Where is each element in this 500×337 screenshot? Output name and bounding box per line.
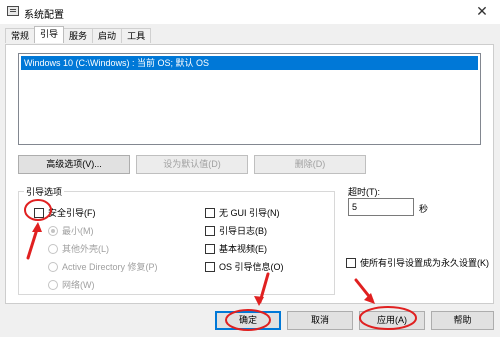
radio-button[interactable] [48,225,58,236]
tab-boot[interactable]: 引导 [34,26,65,43]
tab-startup[interactable]: 启动 [92,28,123,43]
alternate-shell-label: 其他外壳(L) [62,244,109,254]
title-bar: 系统配置 ✕ [0,0,500,24]
no-gui-boot-checkbox[interactable]: 无 GUI 引导(N) [205,206,280,219]
make-permanent-label: 使所有引导设置成为永久设置(K) [360,258,489,268]
base-video-checkbox[interactable]: 基本视频(E) [205,242,267,255]
close-icon[interactable]: ✕ [470,1,494,21]
radio-button[interactable] [48,279,58,290]
tab-strip: 常规 引导 服务 启动 工具 [5,26,152,44]
delete-button[interactable]: 删除(D) [254,155,366,174]
ad-repair-radio[interactable]: Active Directory 修复(P) [48,260,158,273]
checkbox-box[interactable] [205,207,215,218]
checkbox-box[interactable] [205,261,215,272]
apply-button[interactable]: 应用(A) [359,311,425,330]
timeout-unit-label: 秒 [419,204,429,214]
safe-boot-checkbox[interactable]: 安全引导(F) [34,206,96,219]
checkbox-box[interactable] [205,225,215,236]
tab-services[interactable]: 服务 [63,28,94,43]
checkbox-box[interactable] [346,257,356,268]
checkbox-box[interactable] [34,207,44,218]
set-default-button[interactable]: 设为默认值(D) [136,155,248,174]
timeout-label: 超时(T): [348,187,380,197]
boot-log-label: 引导日志(B) [219,226,267,236]
app-icon [7,6,19,16]
advanced-options-button[interactable]: 高级选项(V)... [18,155,130,174]
tab-tools[interactable]: 工具 [121,28,152,43]
network-label: 网络(W) [62,280,95,290]
minimal-radio[interactable]: 最小(M) [48,224,94,237]
ok-button[interactable]: 确定 [215,311,281,330]
radio-button[interactable] [48,243,58,254]
boot-log-checkbox[interactable]: 引导日志(B) [205,224,267,237]
tab-general[interactable]: 常规 [5,28,36,43]
boot-options-legend: 引导选项 [24,185,65,198]
os-list-item[interactable]: Windows 10 (C:\Windows) : 当前 OS; 默认 OS [21,56,478,70]
radio-button[interactable] [48,261,58,272]
boot-options-group: 引导选项 安全引导(F) 最小(M) 其他外壳(L) Active Direct… [18,185,335,295]
base-video-label: 基本视频(E) [219,244,267,254]
make-permanent-checkbox[interactable]: 使所有引导设置成为永久设置(K) [346,256,489,269]
os-boot-info-label: OS 引导信息(O) [219,262,284,272]
minimal-label: 最小(M) [62,226,94,236]
checkbox-box[interactable] [205,243,215,254]
no-gui-boot-label: 无 GUI 引导(N) [219,208,280,218]
window-title: 系统配置 [24,10,64,21]
alternate-shell-radio[interactable]: 其他外壳(L) [48,242,109,255]
network-radio[interactable]: 网络(W) [48,278,95,291]
safe-boot-label: 安全引导(F) [48,208,96,218]
help-button[interactable]: 帮助 [431,311,494,330]
timeout-input[interactable]: 5 [348,198,414,216]
cancel-button[interactable]: 取消 [287,311,353,330]
os-list[interactable]: Windows 10 (C:\Windows) : 当前 OS; 默认 OS [18,53,481,145]
ad-repair-label: Active Directory 修复(P) [62,262,158,272]
boot-tab-panel: Windows 10 (C:\Windows) : 当前 OS; 默认 OS 高… [5,44,494,304]
os-boot-info-checkbox[interactable]: OS 引导信息(O) [205,260,284,273]
